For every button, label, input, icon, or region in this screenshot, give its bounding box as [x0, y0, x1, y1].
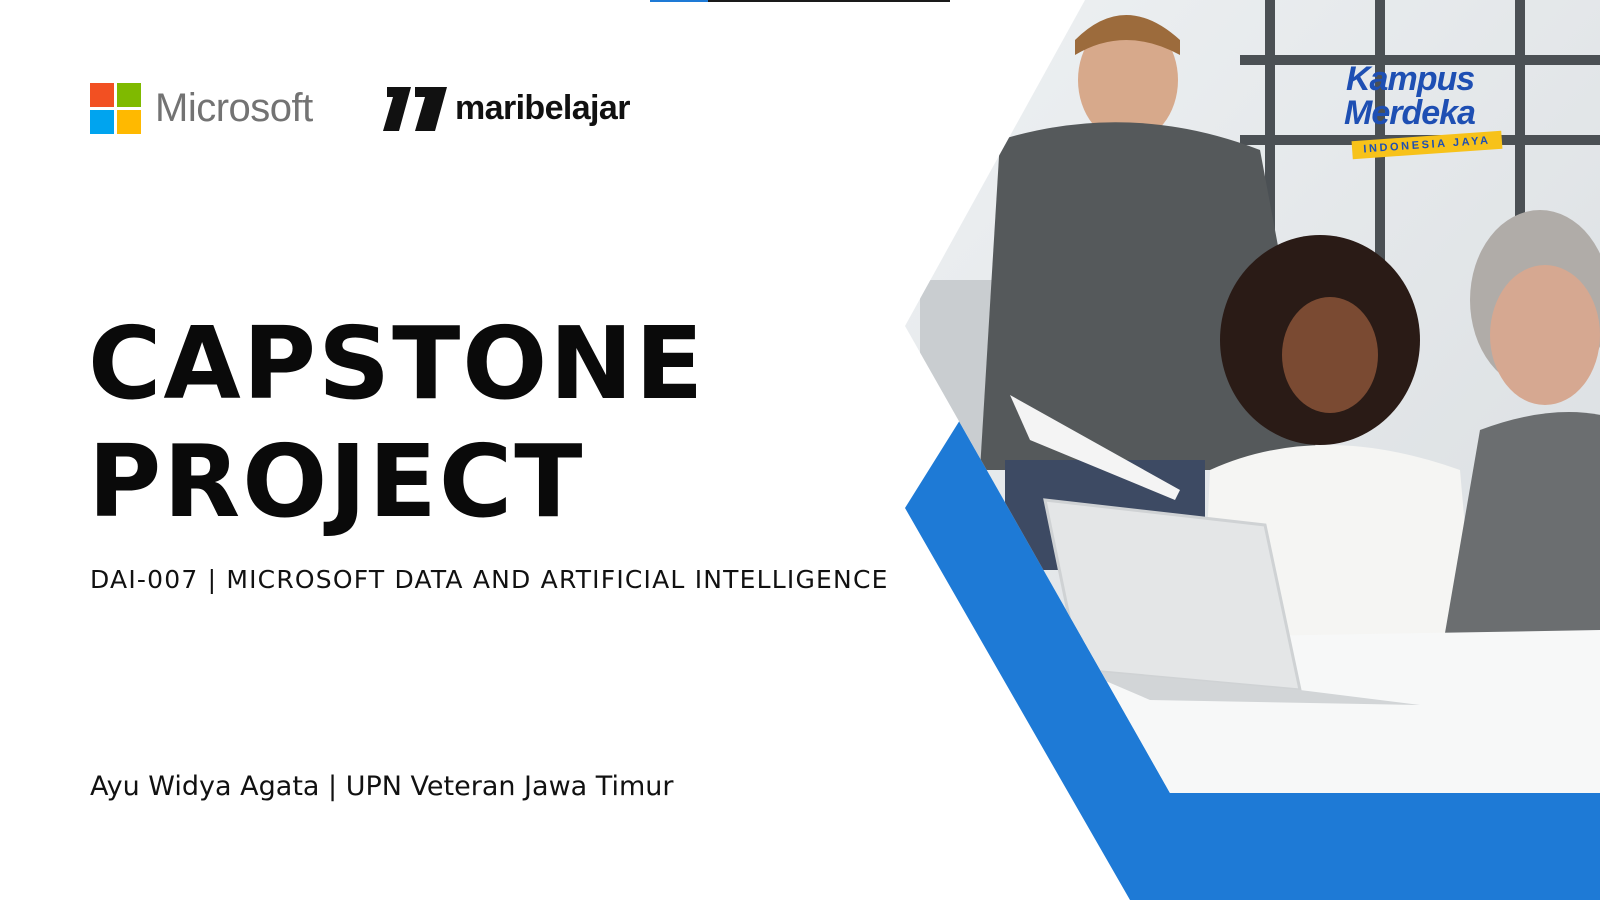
maribelajar-wordmark: maribelajar [455, 89, 630, 127]
kampus-merdeka-line-2: Merdeka [1344, 94, 1476, 132]
kampus-merdeka-ribbon: INDONESIA JAYA [1351, 130, 1503, 160]
microsoft-wordmark: Microsoft [155, 86, 313, 130]
maribelajar-logo-icon [383, 87, 447, 131]
course-subtitle: DAI-007 | MICROSOFT DATA AND ARTIFICIAL … [90, 565, 889, 594]
kampus-merdeka-logo: Kampus Merdeka INDONESIA JAYA [1340, 60, 1510, 160]
blue-chevron-shape [905, 420, 1600, 900]
author-line: Ayu Widya Agata | UPN Veteran Jawa Timur [90, 771, 674, 802]
page-title: CAPSTONE PROJECT [88, 305, 705, 541]
title-line-2: PROJECT [88, 423, 585, 540]
title-line-1: CAPSTONE [88, 305, 706, 422]
top-accent-line-blue [650, 0, 708, 2]
microsoft-logo-icon [90, 83, 141, 134]
